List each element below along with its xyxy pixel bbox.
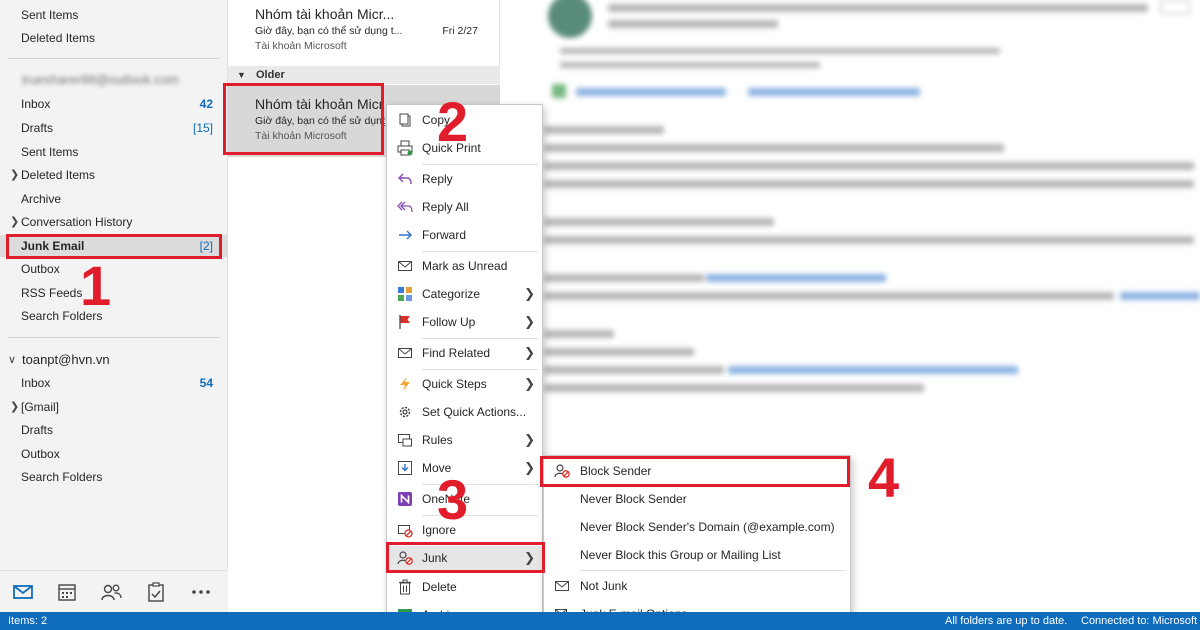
menu-separator: [422, 338, 538, 339]
menu-separator: [422, 251, 538, 252]
mail-icon[interactable]: [10, 579, 36, 605]
highlight-selected-message: [223, 83, 384, 155]
trash-icon: [399, 579, 411, 595]
gear-icon: [399, 406, 411, 418]
highlight-junk-menu: [386, 542, 545, 573]
reply-all-icon: [397, 201, 413, 213]
flag-icon: [399, 315, 410, 329]
status-bar: Items: 2 All folders are up to date. Con…: [0, 612, 1200, 630]
chevron-right-icon: ❯: [524, 460, 535, 475]
more-icon[interactable]: [188, 579, 214, 605]
folder-search-folders[interactable]: Search Folders: [0, 305, 228, 327]
forward-icon: [399, 230, 412, 240]
folder-inbox[interactable]: Inbox 42: [0, 93, 228, 115]
lightning-icon: [400, 377, 410, 391]
folder-deleted-items[interactable]: ❯ Deleted Items: [0, 164, 228, 186]
calendar-icon[interactable]: [54, 579, 80, 605]
envelope-icon: [555, 581, 569, 591]
module-nav-bar: [0, 570, 228, 612]
folder-outbox[interactable]: Outbox: [0, 258, 228, 280]
rules-icon: [398, 434, 412, 447]
menu-mark-unread[interactable]: Mark as Unread: [387, 254, 542, 278]
submenu-not-junk[interactable]: Not Junk: [544, 574, 850, 598]
onenote-icon: [398, 492, 412, 506]
menu-rules[interactable]: Rules ❯: [387, 428, 542, 452]
menu-categorize[interactable]: Categorize ❯: [387, 282, 542, 306]
message-subject: Giờ đây, bạn có thể sử dụng t...: [255, 25, 403, 37]
chevron-right-icon[interactable]: ❯: [10, 211, 19, 233]
step-number-3: 3: [437, 468, 469, 531]
unread-count: 54: [199, 376, 213, 390]
tasks-icon[interactable]: [143, 579, 169, 605]
message-item[interactable]: Nhóm tài khoản Micr... Giờ đây, bạn có t…: [228, 0, 500, 62]
chevron-right-icon[interactable]: ❯: [10, 164, 19, 186]
submenu-never-block-group[interactable]: Never Block this Group or Mailing List: [544, 543, 850, 567]
submenu-never-block-sender[interactable]: Never Block Sender: [544, 487, 850, 511]
chevron-right-icon: ❯: [524, 286, 535, 301]
chevron-down-icon[interactable]: ∨: [8, 349, 16, 371]
find-related-icon: [398, 348, 412, 358]
folder-sent-items[interactable]: Sent Items: [0, 141, 228, 163]
menu-quick-steps[interactable]: Quick Steps ❯: [387, 372, 542, 396]
menu-reply-all[interactable]: Reply All: [387, 195, 542, 219]
folder-search-folders-2[interactable]: Search Folders: [0, 466, 228, 488]
printer-icon: [397, 140, 413, 156]
categorize-icon: [398, 287, 412, 301]
group-header-older[interactable]: ▼ Older: [228, 66, 500, 84]
item-count: [15]: [192, 121, 213, 135]
step-number-2: 2: [437, 90, 469, 153]
envelope-icon: [398, 261, 412, 271]
folder-separator: [8, 58, 220, 59]
highlight-block-sender: [540, 456, 850, 487]
unread-count: 42: [199, 97, 213, 111]
menu-follow-up[interactable]: Follow Up ❯: [387, 310, 542, 334]
menu-set-quick-actions[interactable]: Set Quick Actions...: [387, 400, 542, 424]
menu-find-related[interactable]: Find Related ❯: [387, 341, 542, 365]
step-number-1: 1: [80, 254, 112, 317]
menu-forward[interactable]: Forward: [387, 223, 542, 247]
chevron-right-icon[interactable]: ❯: [10, 396, 19, 418]
menu-separator: [580, 570, 846, 571]
chevron-right-icon: ❯: [524, 376, 535, 391]
folder-deleted-items-top[interactable]: Deleted Items: [0, 27, 228, 49]
message-preview: Tài khoản Microsoft: [255, 40, 347, 52]
folder-outbox-2[interactable]: Outbox: [0, 443, 228, 465]
folder-separator: [8, 337, 220, 338]
account-header-2[interactable]: ∨ toanpt@hvn.vn: [8, 349, 110, 371]
folder-sent-items-top[interactable]: Sent Items: [0, 4, 228, 26]
menu-reply[interactable]: Reply: [387, 167, 542, 191]
sender-avatar: [548, 0, 592, 38]
folder-drafts-2[interactable]: Drafts: [0, 419, 228, 441]
status-connection: Connected to: Microsoft E: [1081, 615, 1198, 627]
folder-pane: Sent Items Deleted Items truesharer88@ou…: [0, 0, 228, 612]
highlight-junk-email: [6, 234, 222, 259]
message-date: Fri 2/27: [442, 25, 478, 37]
status-sync: All folders are up to date.: [945, 615, 1068, 627]
chevron-right-icon: ❯: [524, 345, 535, 360]
message-sender: Nhóm tài khoản Micr...: [255, 6, 395, 22]
folder-archive[interactable]: Archive: [0, 188, 228, 210]
chevron-down-icon[interactable]: ▼: [237, 66, 246, 84]
submenu-never-block-domain[interactable]: Never Block Sender's Domain (@example.co…: [544, 515, 850, 539]
chevron-right-icon: ❯: [524, 432, 535, 447]
folder-rss-feeds[interactable]: RSS Feeds: [0, 282, 228, 304]
copy-icon: [399, 113, 411, 127]
folder-drafts[interactable]: Drafts [15]: [0, 117, 228, 139]
people-icon[interactable]: [98, 579, 124, 605]
menu-delete[interactable]: Delete: [387, 575, 542, 599]
reply-icon: [398, 173, 412, 185]
menu-separator: [422, 164, 538, 165]
status-item-count: Items: 2: [8, 615, 48, 627]
ignore-icon: [398, 525, 413, 538]
menu-separator: [422, 369, 538, 370]
folder-inbox-2[interactable]: Inbox 54: [0, 372, 228, 394]
move-icon: [398, 461, 412, 475]
account-header-1[interactable]: truesharer88@outlook.com: [8, 69, 179, 91]
chevron-right-icon: ❯: [524, 314, 535, 329]
folder-conversation-history[interactable]: ❯ Conversation History: [0, 211, 228, 233]
step-number-4: 4: [868, 446, 900, 509]
folder-gmail[interactable]: ❯ [Gmail]: [0, 396, 228, 418]
